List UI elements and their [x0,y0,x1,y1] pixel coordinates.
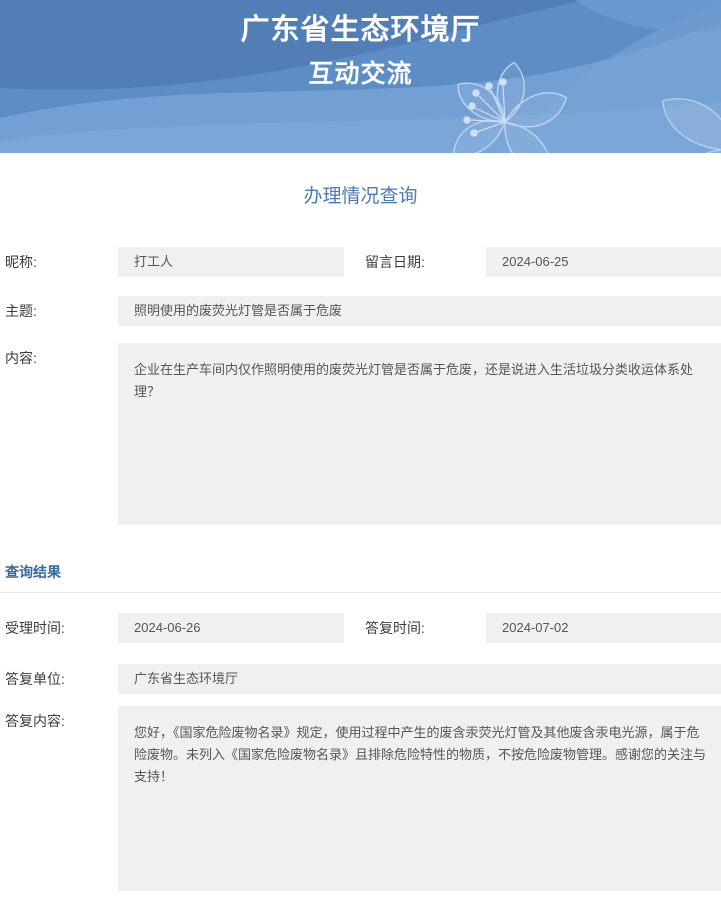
row-accept-reply-time: 受理时间: 2024-06-26 答复时间: 2024-07-02 [0,613,721,643]
message-date-label: 留言日期: [360,247,486,277]
subject-label: 主题: [0,296,118,326]
row-content: 内容: 企业在生产车间内仅作照明使用的废荧光灯管是否属于危废，还是说进入生活垃圾… [0,343,721,525]
query-form: 昵称: 打工人 留言日期: 2024-06-25 主题: 照明使用的废荧光灯管是… [0,247,721,891]
page-title: 办理情况查询 [0,186,721,208]
reply-time-field[interactable]: 2024-07-02 [486,613,721,643]
page-header: 广东省生态环境厅 互动交流 [0,0,721,153]
content-label: 内容: [0,343,118,373]
nickname-label: 昵称: [0,247,118,277]
row-nickname-date: 昵称: 打工人 留言日期: 2024-06-25 [0,247,721,277]
result-section-heading: 查询结果 [0,561,721,583]
reply-time-label: 答复时间: [360,613,486,643]
reply-unit-label: 答复单位: [0,664,118,694]
header-titles: 广东省生态环境厅 互动交流 [0,0,721,87]
row-reply-unit: 答复单位: 广东省生态环境厅 [0,664,721,694]
message-date-field[interactable]: 2024-06-25 [486,247,721,277]
site-subtitle: 互动交流 [0,62,721,87]
nickname-field[interactable]: 打工人 [118,247,344,277]
row-subject: 主题: 照明使用的废荧光灯管是否属于危废 [0,296,721,326]
reply-content-field[interactable]: 您好，《国家危险废物名录》规定，使用过程中产生的废含汞荧光灯管及其他废含汞电光源… [118,706,721,891]
site-title: 广东省生态环境厅 [0,16,721,45]
reply-content-label: 答复内容: [0,706,118,736]
section-divider [0,592,721,593]
reply-unit-field[interactable]: 广东省生态环境厅 [118,664,721,694]
content-field[interactable]: 企业在生产车间内仅作照明使用的废荧光灯管是否属于危废，还是说进入生活垃圾分类收运… [118,343,721,525]
row-reply-content: 答复内容: 您好，《国家危险废物名录》规定，使用过程中产生的废含汞荧光灯管及其他… [0,706,721,891]
accept-time-label: 受理时间: [0,613,118,643]
accept-time-field[interactable]: 2024-06-26 [118,613,344,643]
subject-field[interactable]: 照明使用的废荧光灯管是否属于危废 [118,296,721,326]
